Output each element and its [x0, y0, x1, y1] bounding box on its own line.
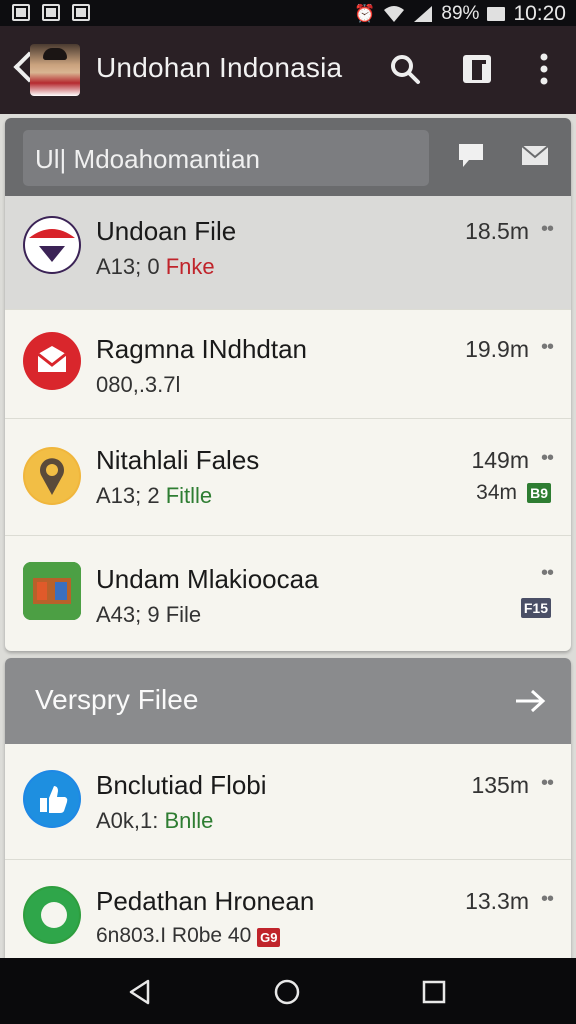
file-size: 19.9m — [465, 336, 529, 362]
status-bar: ⏰ 89% 10:20 — [0, 0, 576, 26]
navigation-bar — [0, 958, 576, 1024]
green-ring-icon — [23, 886, 81, 944]
files-card: Ul| Mdoahomantian Undoan File A13; 0 Fnk… — [5, 118, 571, 651]
file-title: Ragmna INdhdtan — [96, 334, 308, 364]
file-meta: A13; 2 Fitlle — [96, 483, 213, 508]
section-title: Verspry Filee — [35, 684, 199, 715]
arrow-right-icon[interactable] — [513, 686, 547, 716]
file-meta: A0k,1: Bnlle — [96, 808, 214, 833]
file-row[interactable]: Undoan File A13; 0 Fnke 18.5m •• — [5, 196, 571, 310]
file-row[interactable]: Pedathan Hronean 6n803.I R0be 40 G9 13.3… — [5, 860, 571, 958]
file-meta: A43; 9 File — [96, 602, 202, 627]
file-row[interactable]: Ragmna INdhdtan 080,.3.7l 19.9m •• — [5, 304, 571, 419]
filter-bar: Ul| Mdoahomantian — [5, 118, 571, 196]
puzzle-icon — [23, 562, 81, 620]
avatar[interactable] — [30, 44, 80, 96]
more-icon[interactable]: •• — [541, 888, 554, 911]
file-size: 13.3m — [465, 888, 529, 914]
chat-icon[interactable] — [455, 140, 487, 170]
file-title: Undoan File — [96, 216, 237, 246]
file-meta: 6n803.I R0be 40 G9 — [96, 924, 281, 948]
file-meta: A13; 0 Fnke — [96, 254, 215, 279]
file-row[interactable]: Bnclutiad Flobi A0k,1: Bnlle 135m •• — [5, 744, 571, 860]
file-size: 135m — [471, 772, 529, 798]
file-row[interactable]: Nitahlali Fales A13; 2 Fitlle 149m •• 34… — [5, 419, 571, 536]
file-size: 149m — [471, 447, 529, 473]
file-title: Bnclutiad Flobi — [96, 770, 267, 800]
file-tag: G9 — [257, 928, 281, 947]
signal-icon — [414, 6, 433, 22]
calendar-icon — [72, 4, 90, 21]
more-icon[interactable]: •• — [541, 447, 554, 470]
system-tray: ⏰ 89% 10:20 — [354, 2, 566, 26]
nav-home-icon[interactable] — [273, 978, 301, 1006]
notification-icons — [12, 4, 90, 21]
more-icon[interactable]: •• — [541, 772, 554, 795]
search-icon[interactable] — [388, 52, 422, 86]
wifi-icon — [384, 6, 405, 22]
flag-icon — [42, 4, 60, 21]
file-tag: F15 — [520, 598, 551, 618]
flag-badge-icon — [23, 216, 81, 274]
file-title: Pedathan Hronean — [96, 886, 315, 916]
search-input[interactable]: Ul| Mdoahomantian — [23, 130, 429, 186]
location-pin-icon — [23, 447, 81, 505]
thumbs-up-icon — [23, 770, 81, 828]
file-meta: 080,.3.7l — [96, 372, 181, 397]
file-size: 18.5m — [465, 218, 529, 244]
nav-recents-icon[interactable] — [420, 978, 448, 1006]
more-icon[interactable]: •• — [541, 562, 554, 585]
nav-back-icon[interactable] — [126, 978, 154, 1006]
battery-icon — [487, 7, 506, 21]
section-header[interactable]: Verspry Filee — [5, 658, 571, 744]
clock: 10:20 — [513, 2, 566, 25]
file-row[interactable]: Undam Mlakioocaa A43; 9 File •• F15 — [5, 536, 571, 651]
file-title: Nitahlali Fales — [96, 445, 260, 475]
alarm-icon: ⏰ — [354, 4, 376, 23]
app-title: Undohan Indonasia — [96, 52, 343, 83]
section-card: Verspry Filee Bnclutiad Flobi A0k,1: Bnl… — [5, 658, 571, 958]
app-bar: Undohan Indonasia — [0, 26, 576, 114]
more-icon[interactable]: •• — [541, 218, 554, 241]
mail-icon[interactable] — [519, 140, 551, 170]
battery-percent: 89% — [441, 3, 480, 24]
file-size-secondary: 34m — [476, 481, 517, 504]
image-icon — [12, 4, 30, 21]
square-icon[interactable] — [460, 52, 494, 86]
file-title: Undam Mlakioocaa — [96, 564, 319, 594]
more-icon[interactable]: •• — [541, 336, 554, 359]
more-vert-icon[interactable] — [530, 52, 564, 86]
file-tag: B9 — [527, 483, 551, 503]
red-envelope-icon — [23, 332, 81, 390]
